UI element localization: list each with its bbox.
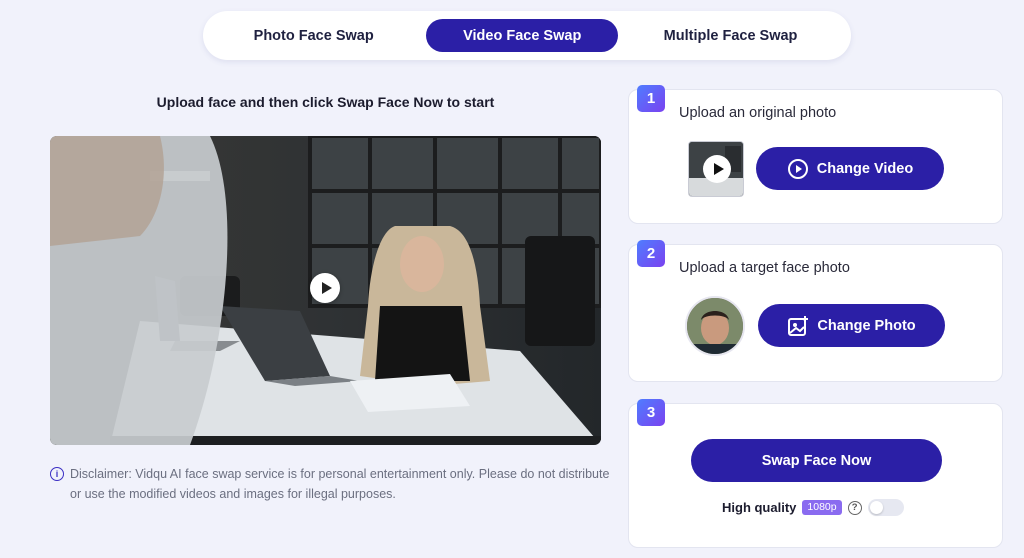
image-upload-icon	[787, 315, 809, 337]
tab-photo-face-swap[interactable]: Photo Face Swap	[211, 19, 416, 52]
step-3-badge: 3	[637, 399, 665, 426]
high-quality-label: High quality	[722, 500, 797, 515]
toggle-knob	[869, 501, 883, 514]
step-1-title: Upload an original photo	[679, 105, 837, 121]
step-3-card: 3 Swap Face Now High quality 1080p ?	[628, 399, 1003, 548]
step-1-badge: 1	[637, 85, 665, 112]
swap-face-now-button[interactable]: Swap Face Now	[691, 439, 942, 482]
resolution-badge: 1080p	[802, 500, 842, 515]
tab-multiple-face-swap[interactable]: Multiple Face Swap	[618, 19, 843, 52]
step-1-card: 1 Upload an original photo Change Video	[628, 85, 1003, 224]
video-play-button[interactable]	[310, 273, 340, 303]
upload-instruction-heading: Upload face and then click Swap Face Now…	[156, 94, 495, 110]
step-2-badge: 2	[637, 240, 665, 267]
disclaimer: i Disclaimer: Vidqu AI face swap service…	[50, 464, 610, 504]
disclaimer-text: Disclaimer: Vidqu AI face swap service i…	[70, 467, 610, 501]
step-2-card: 2 Upload a target face photo Change Phot…	[628, 240, 1003, 382]
target-face-thumbnail[interactable]	[685, 296, 745, 356]
step-2-title: Upload a target face photo	[679, 260, 850, 276]
face-thumbnail-image	[687, 298, 743, 354]
change-video-button[interactable]: Change Video	[756, 147, 944, 190]
info-icon: i	[50, 467, 64, 481]
help-icon[interactable]: ?	[847, 500, 862, 515]
change-photo-button[interactable]: Change Photo	[758, 304, 945, 347]
thumbnail-play-icon	[703, 155, 731, 183]
mode-tabs: Photo Face Swap Video Face Swap Multiple…	[203, 11, 851, 60]
original-video-thumbnail[interactable]	[688, 141, 744, 197]
high-quality-toggle[interactable]	[867, 499, 904, 516]
tab-video-face-swap[interactable]: Video Face Swap	[426, 19, 619, 52]
play-circle-icon	[787, 158, 809, 180]
high-quality-row: High quality 1080p ?	[722, 499, 904, 516]
play-icon	[321, 282, 332, 294]
change-photo-label: Change Photo	[817, 317, 916, 334]
change-video-label: Change Video	[816, 160, 914, 177]
